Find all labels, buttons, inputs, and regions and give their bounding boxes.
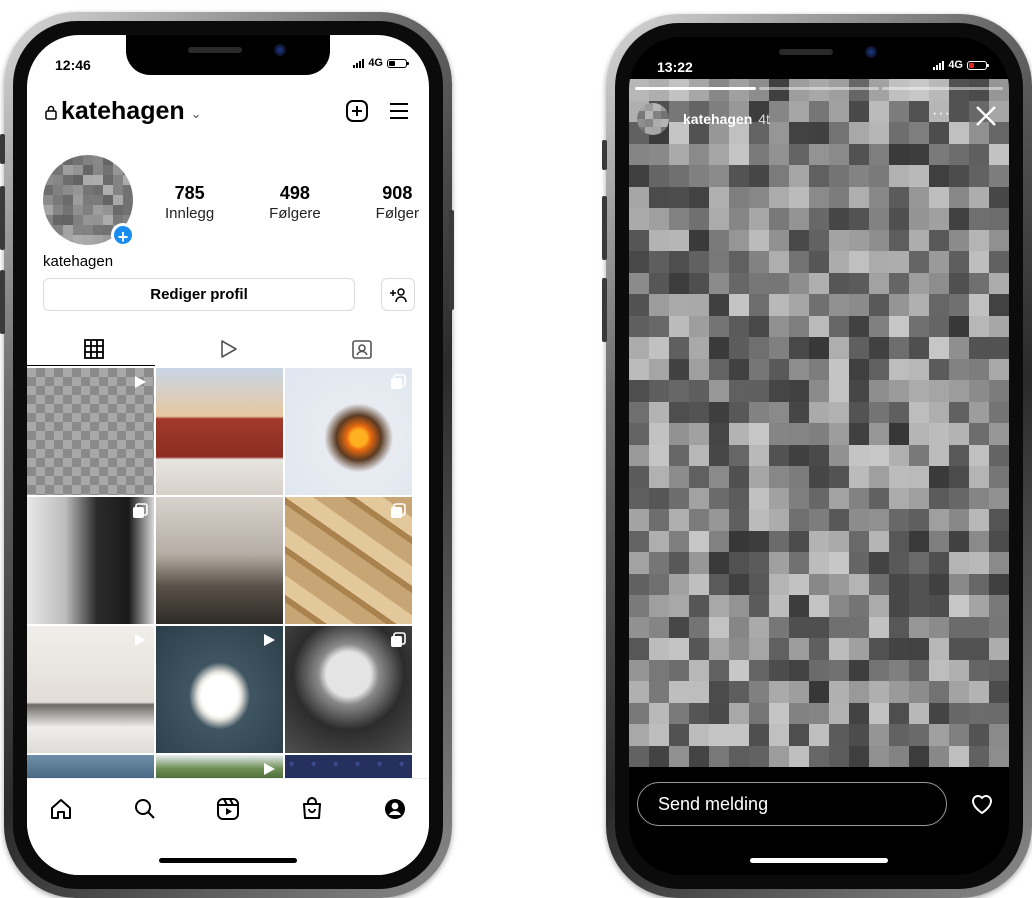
reel-icon [261,632,277,653]
profile-icon[interactable] [383,797,407,821]
story-progress [635,87,1004,90]
multi-icon [390,374,406,395]
search-icon[interactable] [133,797,157,821]
add-story-icon[interactable]: + [111,223,135,247]
post-tile-person-in-snowy-forest[interactable] [27,497,154,624]
post-tile-blurred-image[interactable] [27,368,154,495]
volume-up-button [0,186,5,250]
stat-number: 908 [382,183,413,203]
plus-square-icon[interactable] [345,99,369,123]
progress-segment [758,87,880,90]
stat-followers[interactable]: 498 Følgere [269,183,321,222]
send-message-input[interactable]: Send melding [637,782,947,826]
status-right: 4G [933,59,989,71]
post-tile-snowy-building[interactable] [27,626,154,753]
more-options-icon[interactable]: ··· [932,105,951,123]
stat-label: Følgere [269,205,321,222]
username-title: katehagen [61,97,185,125]
home-icon[interactable] [49,797,73,821]
discover-people-button[interactable] [381,278,415,311]
camera-icon [865,46,877,58]
stat-number: 498 [279,183,310,203]
status-time: 12:46 [55,57,91,73]
profile-header: katehagen ⌄ [45,95,411,131]
multi-icon [132,503,148,524]
hamburger-menu-icon[interactable] [387,99,411,123]
notch [126,35,330,75]
stat-following[interactable]: 908 Følger [376,183,419,222]
profile-tabs [27,331,429,367]
volume-up-button [602,196,607,260]
profile-screen: 12:46 4G katehagen ⌄ + 785 Innlegg 498 F… [27,35,429,875]
username-switcher[interactable]: katehagen ⌄ [45,97,202,126]
heart-icon[interactable] [969,792,995,816]
story-username[interactable]: katehagen [683,111,752,127]
mute-switch [0,134,5,164]
status-right: 4G [353,57,409,69]
phone-left: 12:46 4G katehagen ⌄ + 785 Innlegg 498 F… [4,12,452,898]
bottom-nav [27,778,429,875]
stat-label: Innlegg [165,205,215,222]
phone-left-bezel: 12:46 4G katehagen ⌄ + 785 Innlegg 498 F… [13,21,443,889]
post-tile-dog-in-kitchen[interactable] [156,497,283,624]
signal-icon [933,60,945,70]
profile-stats: 785 Innlegg 498 Følgere 908 Følger [165,183,419,222]
multi-icon [390,632,406,653]
camera-icon [274,44,286,56]
home-indicator [750,858,888,863]
selected-tab-indicator [27,365,155,366]
story-avatar[interactable] [637,103,669,135]
volume-down-button [602,278,607,342]
story-screen: 13:22 4G katehagen 4t ··· Send melding [629,37,1009,875]
network-label: 4G [368,57,383,69]
post-tile-campfire-in-snow[interactable] [285,368,412,495]
reel-icon [132,632,148,653]
power-button [449,210,454,310]
multi-icon [390,503,406,524]
home-indicator [159,858,297,863]
close-icon[interactable] [973,103,999,129]
edit-profile-button[interactable]: Rediger profil [43,278,355,311]
mute-switch [602,140,607,170]
reel-icon [132,374,148,395]
stat-label: Følger [375,205,419,222]
network-label: 4G [948,59,963,71]
shop-icon[interactable] [300,797,324,821]
post-tile-woman-with-glasses[interactable] [285,626,412,753]
reels-icon[interactable] [217,338,239,360]
tagged-icon[interactable] [351,338,373,360]
post-tile-cardboard-boxes[interactable] [285,497,412,624]
volume-down-button [0,270,5,334]
post-tile-rooftop-sunset[interactable] [156,368,283,495]
signal-icon [353,58,365,68]
progress-segment [882,87,1004,90]
phone-right: 13:22 4G katehagen 4t ··· Send melding [606,14,1032,898]
chevron-down-icon: ⌄ [190,106,202,121]
profile-avatar-wrap[interactable]: + [43,155,135,247]
status-time: 13:22 [657,59,693,75]
phone-right-bezel: 13:22 4G katehagen 4t ··· Send melding [615,23,1023,889]
notch [717,37,921,77]
battery-icon [967,60,989,70]
battery-icon [387,58,409,68]
reply-bar: Send melding [637,781,995,827]
story-time: 4t [758,111,770,127]
add-user-icon [390,287,407,302]
stat-number: 785 [174,183,205,203]
lock-icon [45,105,57,120]
stat-posts[interactable]: 785 Innlegg [165,183,214,222]
display-name: katehagen [43,253,114,270]
progress-segment [635,87,756,90]
story-media[interactable] [629,79,1009,767]
grid-icon[interactable] [83,338,105,360]
post-tile-swan-on-water[interactable] [156,626,283,753]
story-header: katehagen 4t ··· [637,99,999,139]
reels-nav-icon[interactable] [216,797,240,821]
